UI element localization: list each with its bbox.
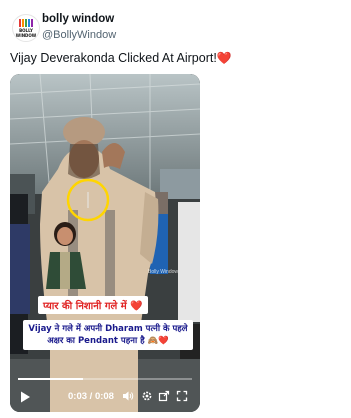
volume-icon[interactable]	[122, 390, 134, 402]
share-icon[interactable]	[158, 390, 170, 402]
video-player[interactable]: Bolly Window प्यार की निशानी गले में ❤️ …	[10, 74, 200, 412]
watermark: Bolly Window	[148, 269, 179, 275]
fullscreen-icon[interactable]	[176, 390, 188, 402]
account-name[interactable]: bolly window	[42, 13, 114, 25]
progress-fill	[18, 378, 84, 380]
play-icon[interactable]	[18, 390, 32, 404]
avatar[interactable]: BOLLY WINDOW	[12, 14, 40, 42]
account-handle[interactable]: @BollyWindow	[42, 29, 116, 41]
time-display: 0:03 / 0:08	[68, 391, 114, 402]
avatar-logo-text: BOLLY WINDOW	[15, 28, 37, 38]
progress-bar[interactable]	[18, 378, 192, 380]
time-separator: /	[89, 391, 93, 402]
heart-emoji-icon: ❤️	[216, 51, 232, 65]
time-current: 0:03	[68, 391, 88, 402]
tweet-text-body: Vijay Deverakonda Clicked At Airport!	[10, 51, 217, 65]
tweet-text: Vijay Deverakonda Clicked At Airport!❤️	[10, 51, 232, 65]
logo-bars-icon	[19, 19, 33, 27]
tweet-header: BOLLY WINDOW bolly window @BollyWindow	[8, 10, 338, 46]
settings-icon[interactable]	[141, 390, 153, 402]
video-controls: 0:03 / 0:08	[10, 378, 200, 412]
video-caption-2: Vijay ने गले में अपनी Dharam पत्नी के पह…	[23, 320, 193, 350]
video-caption-1: प्यार की निशानी गले में ❤️	[38, 296, 148, 314]
video-frame	[10, 74, 200, 412]
time-total: 0:08	[94, 391, 114, 402]
